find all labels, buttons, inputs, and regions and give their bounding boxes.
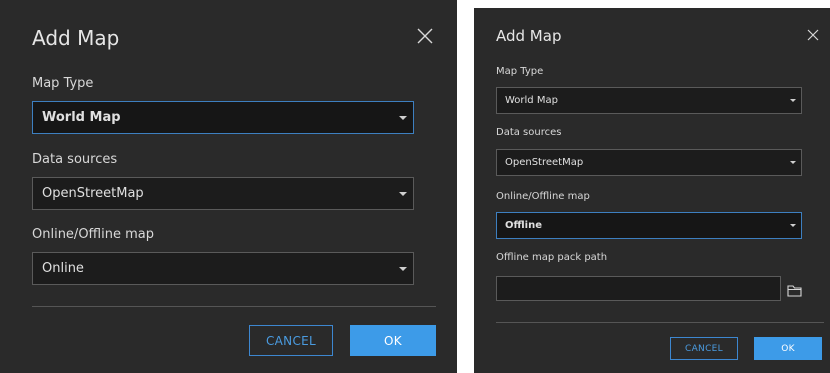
folder-icon[interactable] — [787, 282, 802, 301]
offline-path-label: Offline map pack path — [496, 252, 608, 263]
data-sources-label: Data sources — [32, 152, 118, 167]
add-map-dialog-online: Add Map Map Type World Map Data sources … — [0, 0, 457, 373]
offline-path-input[interactable] — [496, 276, 781, 301]
online-offline-value: Online — [42, 261, 84, 276]
data-sources-value: OpenStreetMap — [505, 157, 584, 168]
dialog-title: Add Map — [496, 27, 562, 45]
close-icon[interactable] — [417, 28, 433, 44]
chevron-down-icon — [399, 192, 407, 196]
map-type-value: World Map — [505, 95, 558, 106]
cancel-button[interactable]: CANCEL — [249, 325, 333, 356]
map-type-label: Map Type — [32, 76, 94, 91]
data-sources-select[interactable]: OpenStreetMap — [32, 177, 414, 210]
chevron-down-icon — [399, 116, 407, 120]
data-sources-label: Data sources — [496, 127, 562, 138]
data-sources-value: OpenStreetMap — [42, 186, 144, 201]
ok-button[interactable]: OK — [754, 337, 822, 360]
online-offline-label: Online/Offline map — [496, 191, 590, 202]
online-offline-label: Online/Offline map — [32, 227, 154, 242]
cancel-button[interactable]: CANCEL — [670, 337, 738, 360]
map-type-select[interactable]: World Map — [32, 101, 414, 134]
map-type-value: World Map — [42, 110, 121, 125]
chevron-down-icon — [790, 161, 796, 164]
data-sources-select[interactable]: OpenStreetMap — [496, 149, 802, 176]
add-map-dialog-offline: Add Map Map Type World Map Data sources … — [474, 8, 830, 373]
map-type-label: Map Type — [496, 66, 544, 77]
chevron-down-icon — [790, 224, 796, 227]
online-offline-select[interactable]: Offline — [496, 212, 802, 239]
online-offline-value: Offline — [505, 220, 542, 231]
divider — [496, 322, 824, 323]
close-icon[interactable] — [807, 29, 819, 41]
divider — [32, 306, 436, 307]
dialog-title: Add Map — [32, 26, 120, 50]
map-type-select[interactable]: World Map — [496, 87, 802, 114]
chevron-down-icon — [790, 99, 796, 102]
ok-button[interactable]: OK — [350, 325, 436, 356]
online-offline-select[interactable]: Online — [32, 252, 414, 285]
chevron-down-icon — [399, 267, 407, 271]
